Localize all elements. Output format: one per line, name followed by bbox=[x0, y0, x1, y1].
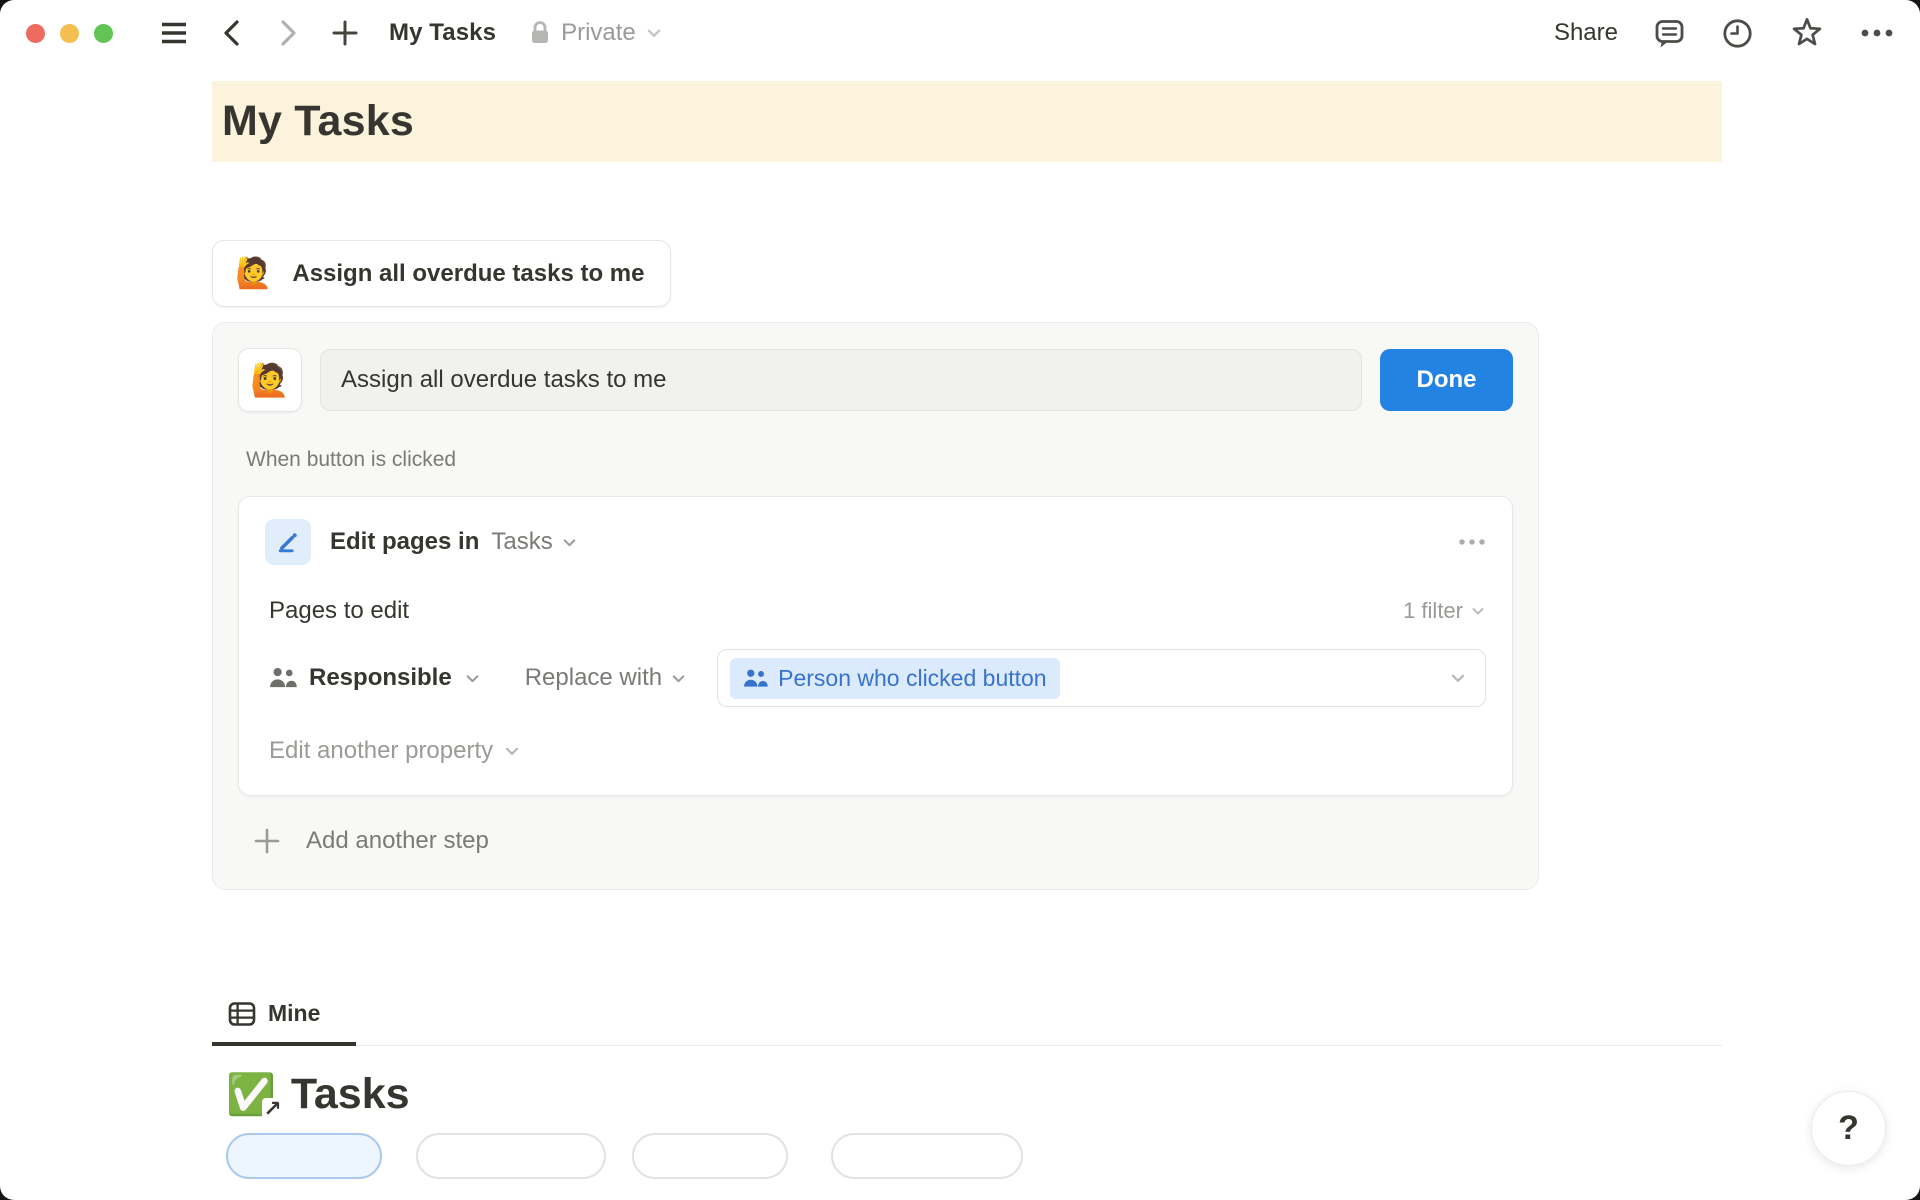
chevron-down-icon bbox=[561, 534, 578, 551]
step-target-label: Tasks bbox=[491, 528, 552, 556]
pages-to-edit-row: Pages to edit 1 filter bbox=[265, 597, 1486, 625]
filter-chip[interactable] bbox=[416, 1133, 606, 1179]
back-icon[interactable] bbox=[219, 18, 245, 48]
minimize-window-button[interactable] bbox=[60, 24, 79, 43]
more-options-icon[interactable] bbox=[1860, 28, 1894, 38]
view-tabs: Mine bbox=[212, 1000, 1722, 1046]
help-button-label: ? bbox=[1838, 1109, 1859, 1148]
filter-count-label: 1 filter bbox=[1403, 598, 1463, 624]
automation-step-card: Edit pages in Tasks Pages to edit 1 filt… bbox=[238, 496, 1513, 796]
chevron-down-icon bbox=[1449, 669, 1467, 687]
window-controls bbox=[26, 24, 113, 43]
operation-select[interactable]: Replace with bbox=[525, 664, 687, 692]
step-action-label: Edit pages in bbox=[330, 528, 479, 556]
filter-chips-row bbox=[212, 1133, 1722, 1179]
comments-icon[interactable] bbox=[1653, 17, 1686, 50]
raising-hand-emoji: 🙋 bbox=[235, 259, 272, 289]
tab-mine-label: Mine bbox=[268, 1000, 320, 1027]
titlebar-actions: Share bbox=[1554, 16, 1894, 50]
add-another-step-button[interactable]: Add another step bbox=[252, 826, 489, 856]
value-select[interactable]: Person who clicked button bbox=[717, 649, 1486, 707]
button-name-row: 🙋 Done bbox=[238, 348, 1513, 412]
filter-chip[interactable] bbox=[632, 1133, 788, 1179]
zoom-window-button[interactable] bbox=[94, 24, 113, 43]
chevron-down-icon bbox=[670, 670, 687, 687]
plus-icon bbox=[252, 826, 282, 856]
notion-window: My Tasks Private Share bbox=[0, 0, 1920, 1200]
property-name-label: Responsible bbox=[309, 664, 452, 692]
raising-hand-emoji: 🙋 bbox=[250, 361, 290, 399]
titlebar: My Tasks Private Share bbox=[0, 0, 1920, 66]
button-emoji-picker[interactable]: 🙋 bbox=[238, 348, 302, 412]
breadcrumb-title[interactable]: My Tasks bbox=[389, 19, 496, 47]
property-edit-row: Responsible Replace with Person who clic… bbox=[265, 649, 1486, 707]
chevron-down-icon bbox=[464, 670, 481, 687]
share-button[interactable]: Share bbox=[1554, 19, 1618, 47]
privacy-menu[interactable]: Private bbox=[528, 19, 663, 47]
operation-label: Replace with bbox=[525, 664, 662, 692]
edit-another-property-button[interactable]: Edit another property bbox=[265, 737, 521, 765]
database-title-row: ✅ ↗ Tasks bbox=[212, 1070, 1722, 1119]
filter-control[interactable]: 1 filter bbox=[1403, 598, 1486, 624]
privacy-label: Private bbox=[561, 19, 636, 47]
lock-icon bbox=[528, 19, 552, 47]
linked-database-arrow-icon: ↗ bbox=[262, 1098, 282, 1120]
filter-chip[interactable] bbox=[226, 1133, 382, 1179]
step-target-select[interactable]: Tasks bbox=[491, 528, 577, 556]
edit-pages-icon bbox=[265, 519, 311, 565]
trigger-label: When button is clicked bbox=[246, 448, 1513, 472]
history-clock-icon[interactable] bbox=[1721, 17, 1754, 50]
done-button[interactable]: Done bbox=[1380, 349, 1513, 411]
pages-to-edit-label: Pages to edit bbox=[269, 597, 409, 625]
person-value-label: Person who clicked button bbox=[778, 665, 1047, 692]
page-title-banner: My Tasks bbox=[212, 81, 1722, 162]
people-icon bbox=[269, 666, 297, 690]
chevron-down-icon bbox=[1470, 603, 1486, 619]
step-header: Edit pages in Tasks bbox=[265, 519, 1486, 565]
people-icon bbox=[743, 668, 768, 689]
database-title[interactable]: Tasks bbox=[291, 1070, 410, 1119]
sidebar-menu-icon[interactable] bbox=[159, 20, 189, 46]
person-value-pill: Person who clicked button bbox=[730, 658, 1060, 699]
button-editor-panel: 🙋 Done When button is clicked Edit pages… bbox=[212, 322, 1539, 890]
property-select[interactable]: Responsible bbox=[269, 664, 481, 692]
add-another-step-label: Add another step bbox=[306, 827, 489, 855]
close-window-button[interactable] bbox=[26, 24, 45, 43]
chevron-down-icon bbox=[503, 742, 521, 760]
page-title: My Tasks bbox=[222, 97, 414, 146]
favorite-star-icon[interactable] bbox=[1789, 16, 1825, 50]
filter-chip[interactable] bbox=[831, 1133, 1023, 1179]
page-content: My Tasks 🙋 Assign all overdue tasks to m… bbox=[212, 81, 1722, 1179]
step-more-options-icon[interactable] bbox=[1458, 538, 1486, 546]
edit-another-property-label: Edit another property bbox=[269, 737, 493, 765]
tab-mine[interactable]: Mine bbox=[212, 1000, 356, 1046]
forward-icon[interactable] bbox=[275, 18, 301, 48]
automation-button[interactable]: 🙋 Assign all overdue tasks to me bbox=[212, 240, 671, 307]
automation-button-label: Assign all overdue tasks to me bbox=[292, 260, 644, 288]
chevron-down-icon bbox=[645, 24, 663, 42]
tasks-check-emoji: ✅ ↗ bbox=[226, 1075, 276, 1115]
nav-controls bbox=[159, 18, 359, 48]
button-name-input[interactable] bbox=[320, 349, 1362, 411]
help-button[interactable]: ? bbox=[1811, 1091, 1886, 1166]
new-page-icon[interactable] bbox=[331, 19, 359, 47]
table-view-icon bbox=[228, 1001, 256, 1027]
